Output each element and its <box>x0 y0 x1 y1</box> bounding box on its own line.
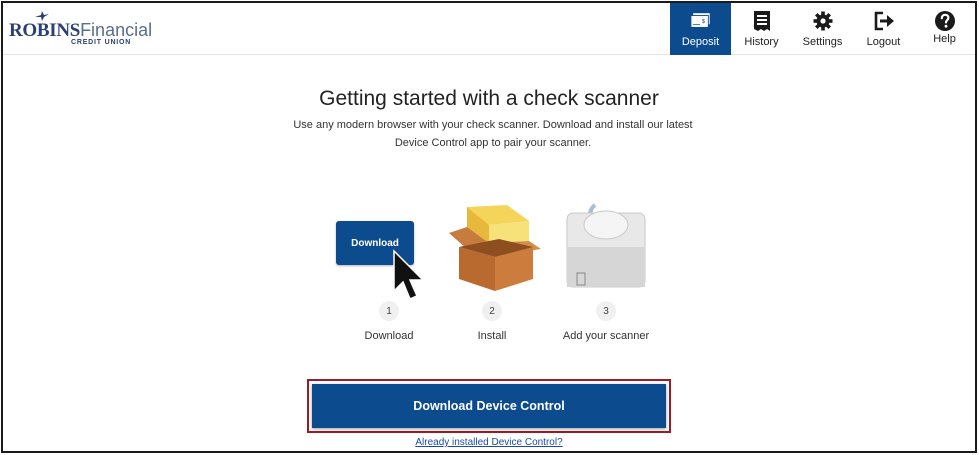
svg-text:$: $ <box>701 19 704 25</box>
download-device-control-button[interactable]: Download Device Control <box>312 384 666 428</box>
main-content: Getting started with a check scanner Use… <box>3 55 975 451</box>
app-window: ROBINSFinancial CREDIT UNION $ Deposit H… <box>1 1 977 453</box>
page-subtitle: Use any modern browser with your check s… <box>293 119 693 149</box>
logout-icon <box>873 10 895 32</box>
header: ROBINSFinancial CREDIT UNION $ Deposit H… <box>3 3 975 55</box>
brand-logo[interactable]: ROBINSFinancial CREDIT UNION <box>9 11 152 51</box>
nav-help-label: Help <box>933 33 956 45</box>
step-label: Add your scanner <box>562 330 650 342</box>
top-nav: $ Deposit History Settings Logout Help <box>670 3 975 55</box>
step-add-scanner: 3 Add your scanner <box>551 203 661 342</box>
mouse-pointer-icon <box>393 249 425 300</box>
gear-icon <box>812 10 834 32</box>
nav-history-label: History <box>744 36 779 48</box>
question-circle-icon <box>934 10 956 32</box>
brand-tagline: CREDIT UNION <box>71 39 132 46</box>
download-device-control-highlight: Download Device Control <box>307 379 671 433</box>
page-title: Getting started with a check scanner <box>319 87 659 110</box>
step-number: 3 <box>596 301 616 321</box>
nav-settings[interactable]: Settings <box>792 3 853 55</box>
brand-name: ROBINSFinancial <box>9 20 152 41</box>
brand-name-light: Financial <box>80 20 153 40</box>
step-number: 1 <box>379 301 399 321</box>
nav-deposit-label: Deposit <box>681 36 720 48</box>
step-download: Download 1 Download <box>334 203 444 342</box>
already-installed-link[interactable]: Already installed Device Control? <box>3 437 975 448</box>
check-scanner-icon <box>551 203 661 295</box>
nav-logout-label: Logout <box>866 36 901 48</box>
step-install: 2 Install <box>437 203 547 342</box>
step-download-illustration: Download <box>334 203 444 300</box>
check-deposit-icon: $ <box>689 10 712 32</box>
nav-settings-label: Settings <box>802 36 843 48</box>
receipt-icon <box>751 10 773 32</box>
step-number: 2 <box>482 301 502 321</box>
nav-help[interactable]: Help <box>914 3 975 55</box>
brand-name-bold: ROBINS <box>9 20 81 41</box>
nav-history[interactable]: History <box>731 3 792 55</box>
package-box-icon <box>437 203 547 295</box>
nav-logout[interactable]: Logout <box>853 3 914 55</box>
nav-deposit[interactable]: $ Deposit <box>670 3 731 55</box>
